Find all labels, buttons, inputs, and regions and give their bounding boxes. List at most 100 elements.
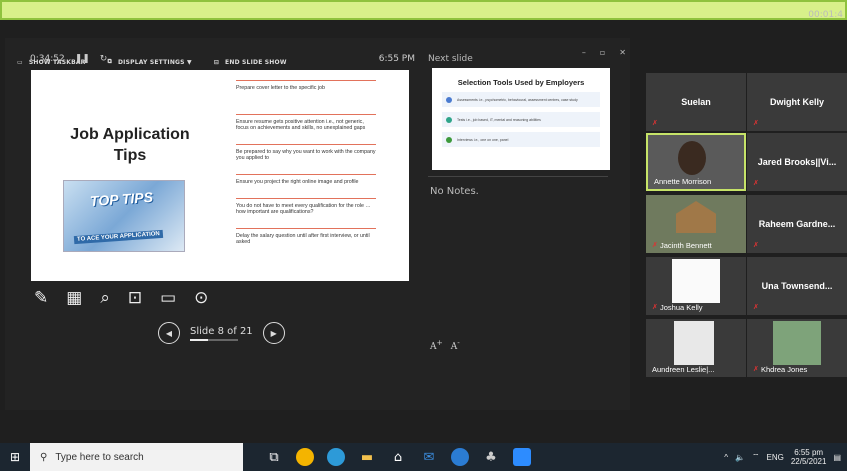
timer-row: 0:34:52 ❚❚ ↻ 6:55 PM — [30, 54, 415, 64]
bullet: Ensure resume gets positive attention i.… — [236, 113, 376, 132]
windows-start-button[interactable]: ⊞ — [0, 443, 30, 471]
slide-progress-track — [190, 338, 238, 341]
video-feed — [678, 141, 706, 175]
notes-divider — [428, 176, 608, 177]
more-options-icon[interactable]: ⊙ — [194, 288, 208, 308]
next-slide-button[interactable]: ▶ — [262, 322, 285, 344]
browser-icon[interactable] — [451, 448, 469, 466]
screen: 00:01:4 ▭ SHOW TASKBAR ⧉ DISPLAY SETTINGS … — [0, 0, 847, 471]
next-slide-row: Assessments i.e., psychometric, behaviou… — [442, 92, 600, 107]
see-all-slides-icon[interactable]: ▦ — [66, 288, 82, 308]
slide-bullets: Prepare cover letter to the specific job… — [236, 80, 376, 258]
chevron-up-icon[interactable]: ^ — [724, 453, 728, 462]
muted-mic-icon: ✗ — [753, 119, 759, 127]
participant-tile[interactable]: Jacinth Bennett ✗ — [646, 195, 746, 253]
screen-icon[interactable]: ⊡ — [128, 288, 142, 308]
participant-name: Jacinth Bennett — [660, 241, 712, 250]
edge-icon[interactable] — [327, 448, 345, 466]
taskbar-time: 6:55 pm — [794, 448, 824, 457]
assessment-icon — [446, 96, 452, 103]
muted-mic-icon: ✗ — [753, 179, 759, 187]
next-slide-row-text: Assessments i.e., psychometric, behaviou… — [457, 97, 578, 102]
current-slide: Job Application Tips TOP TIPS TO ACE YOU… — [31, 70, 409, 281]
system-tray: ^ 🔈 ⌔ ENG 6:55 pm 22/5/2021 ▤ — [724, 443, 841, 471]
muted-mic-icon: ✗ — [652, 119, 658, 127]
bullet: Be prepared to say why you want to work … — [236, 143, 376, 162]
clock-time: 6:55 PM — [378, 54, 415, 64]
participant-name: Khdrea Jones — [761, 365, 808, 374]
subtitles-icon[interactable]: ▭ — [160, 288, 176, 308]
ace-application-text: TO ACE YOUR APPLICATION — [73, 229, 164, 245]
network-icon[interactable]: ⌔ — [752, 452, 760, 462]
increase-font-icon[interactable]: A+ — [430, 338, 443, 352]
bullet: Ensure you project the right online imag… — [236, 173, 376, 186]
elapsed-time: 0:34:52 — [30, 54, 65, 64]
participant-name: Joshua Kelly — [660, 303, 703, 312]
pen-icon[interactable]: ✎ — [34, 288, 48, 308]
muted-mic-icon: ✗ — [652, 303, 658, 311]
taskbar-clock[interactable]: 6:55 pm 22/5/2021 — [791, 448, 827, 466]
participant-tile[interactable]: Dwight Kelly ✗ — [747, 73, 847, 131]
participant-tile[interactable]: Una Townsend... ✗ — [747, 257, 847, 315]
language-indicator[interactable]: ENG — [767, 453, 784, 462]
participant-name: Aundreen Leslie|... — [652, 365, 715, 374]
slide-title: Job Application Tips — [55, 124, 205, 166]
windows-logo-icon: ⊞ — [9, 450, 21, 464]
window-controls: – ▫ ✕ — [582, 48, 626, 57]
next-slide-row-text: Interviews i.e., one on one, panel — [457, 137, 509, 142]
participant-tile[interactable]: Khdrea Jones ✗ — [747, 319, 847, 377]
taskbar-search-box[interactable]: ⚲ Type here to search — [30, 443, 243, 471]
bullet: Delay the salary question until after fi… — [236, 227, 376, 246]
task-view-icon[interactable]: ⧉ — [265, 448, 283, 466]
tests-icon — [446, 116, 452, 123]
next-slide-row: Interviews i.e., one on one, panel — [442, 132, 600, 147]
bullet: You do not have to meet every qualificat… — [236, 197, 376, 216]
participant-tile[interactable]: Suelan ✗ — [646, 73, 746, 131]
store-icon[interactable]: ⌂ — [389, 448, 407, 466]
participant-tile[interactable]: Aundreen Leslie|... — [646, 319, 746, 377]
taskbar-icon: ▭ — [17, 58, 23, 66]
next-slide-row: Tests i.e., job based, IT, mental and re… — [442, 112, 600, 127]
participant-tile-active-speaker[interactable]: Annette Morrison — [646, 133, 746, 191]
search-icon: ⚲ — [40, 451, 48, 463]
speaker-notes: No Notes. — [430, 186, 479, 197]
taskbar-date: 22/5/2021 — [790, 457, 827, 466]
participant-tile[interactable]: Jared Brooks||Vi... ✗ — [747, 133, 847, 191]
windows-taskbar: ⊞ ⚲ Type here to search ⧉ ▬ ⌂ ✉ ♣ ^ 🔈 ⌔ … — [0, 443, 847, 471]
app-icon[interactable]: ♣ — [482, 448, 500, 466]
next-slide-preview[interactable]: Selection Tools Used by Employers Assess… — [432, 68, 610, 170]
participant-name: Dwight Kelly — [769, 97, 824, 107]
muted-mic-icon: ✗ — [753, 365, 759, 373]
arrow-left-icon: ◀ — [165, 328, 173, 338]
minimize-icon[interactable]: – — [582, 48, 586, 57]
chrome-icon[interactable] — [296, 448, 314, 466]
video-feed — [676, 201, 716, 233]
notifications-icon[interactable]: ▤ — [833, 453, 841, 462]
previous-slide-button[interactable]: ◀ — [158, 322, 180, 344]
close-icon[interactable]: ✕ — [619, 48, 626, 57]
taskbar-apps: ⧉ ▬ ⌂ ✉ ♣ — [265, 448, 531, 466]
slide-title-line2: Tips — [113, 147, 147, 164]
search-placeholder: Type here to search — [55, 451, 144, 463]
participant-tile[interactable]: Joshua Kelly ✗ — [646, 257, 746, 315]
decrease-font-icon[interactable]: A- — [451, 338, 460, 352]
reset-icon[interactable]: ↻ — [100, 54, 108, 64]
restore-icon[interactable]: ▫ — [600, 48, 605, 57]
arrow-right-icon: ▶ — [270, 328, 277, 338]
zoom-icon[interactable]: ⌕ — [100, 288, 110, 308]
speaker-icon[interactable]: 🔈 — [735, 453, 745, 462]
pause-icon[interactable]: ❚❚ — [75, 54, 90, 64]
zoom-app-icon[interactable] — [513, 448, 531, 466]
mail-icon[interactable]: ✉ — [420, 448, 438, 466]
file-explorer-icon[interactable]: ▬ — [358, 448, 376, 466]
participant-name: Una Townsend... — [761, 281, 833, 291]
presenter-tools: ✎ ▦ ⌕ ⊡ ▭ ⊙ — [34, 288, 208, 308]
participant-name: Annette Morrison — [654, 177, 712, 186]
bullet: Prepare cover letter to the specific job — [236, 80, 376, 92]
participant-tile[interactable]: Raheem Gardne... ✗ — [747, 195, 847, 253]
meeting-timer: 00:01:4 — [808, 10, 843, 20]
interview-icon — [446, 136, 452, 143]
muted-mic-icon: ✗ — [753, 241, 759, 249]
participant-name: Jared Brooks||Vi... — [757, 157, 837, 167]
muted-mic-icon: ✗ — [652, 241, 658, 249]
